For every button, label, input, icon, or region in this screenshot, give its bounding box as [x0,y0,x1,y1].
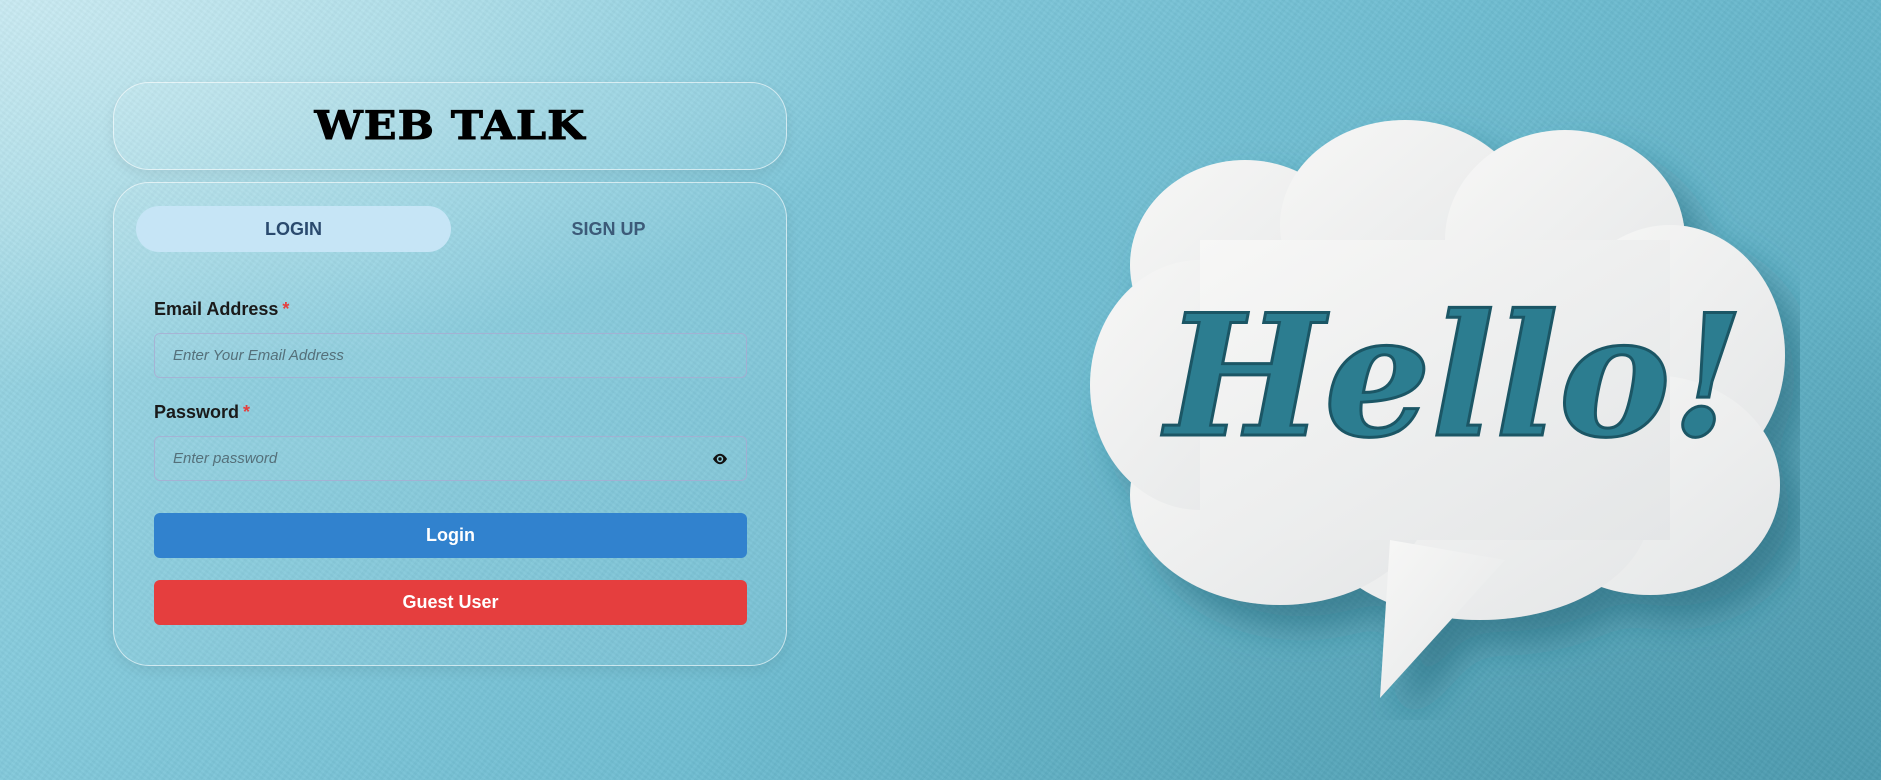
app-title: WEB TALK [314,103,586,150]
email-label: Email Address * [154,299,289,320]
guest-user-button[interactable]: Guest User [154,580,747,625]
password-field[interactable] [155,437,746,480]
app-title-card: WEB TALK [113,82,787,170]
eye-icon[interactable] [712,452,728,466]
tab-login[interactable]: LOGIN [136,206,451,252]
password-field-wrapper [154,436,747,481]
email-label-text: Email Address [154,299,279,319]
auth-form-card: LOGIN SIGN UP Email Address* Password* L… [113,182,787,666]
auth-tabs: LOGIN SIGN UP [136,206,766,252]
email-required-mark: * [282,299,290,319]
password-required-mark: * [243,402,251,422]
speech-bubble-icon: Hello! [1090,120,1785,698]
email-field-wrapper [154,333,747,378]
hello-speech-bubble: Hello! [1060,100,1800,720]
tab-sign-up[interactable]: SIGN UP [451,206,766,252]
email-field[interactable] [155,334,746,377]
hello-text: Hello! [1161,277,1744,475]
password-label-text: Password [154,402,240,422]
login-button[interactable]: Login [154,513,747,558]
password-label: Password * [154,402,250,423]
